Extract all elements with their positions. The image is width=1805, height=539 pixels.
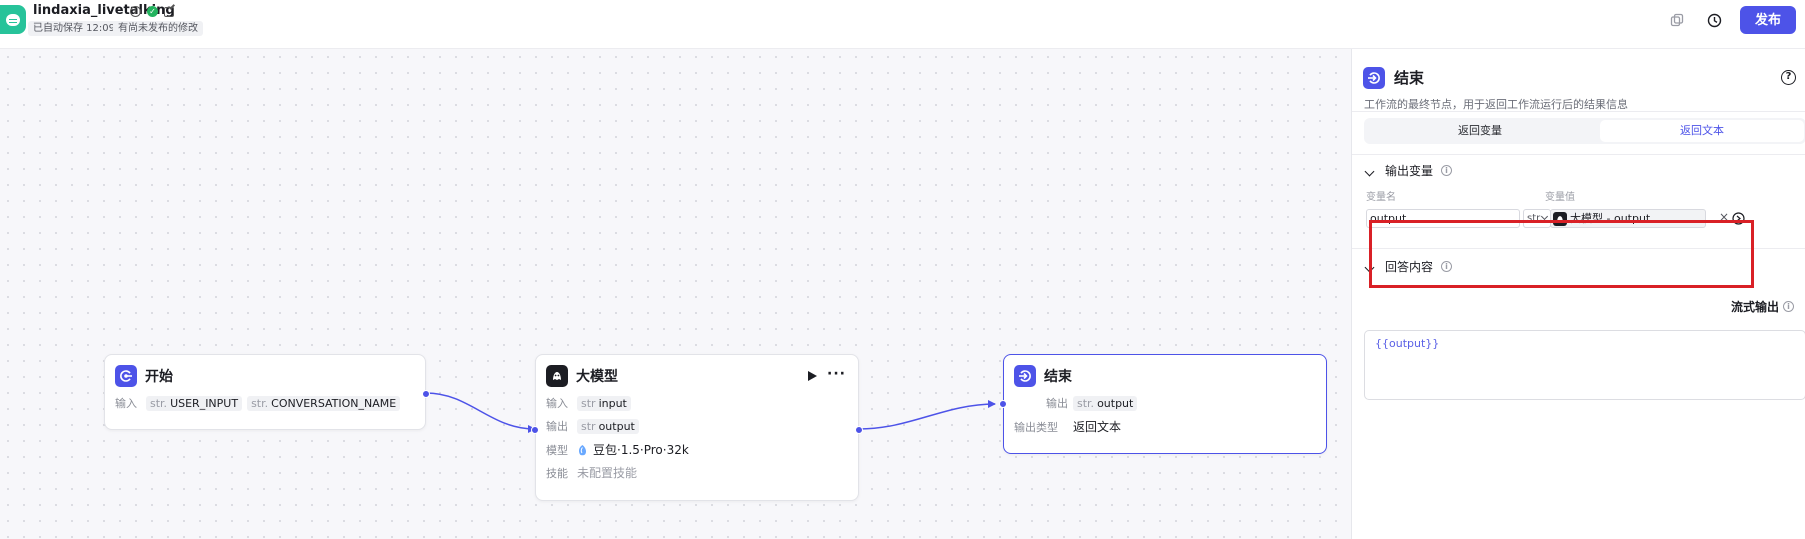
highlight-box: [1369, 220, 1754, 288]
llm-output-port[interactable]: [855, 426, 863, 434]
info-icon[interactable]: i: [1783, 301, 1795, 312]
stream-output-label: 流式输出: [1731, 300, 1780, 314]
llm-model-label: 模型: [546, 443, 568, 457]
start-var-chip: str. USER_INPUT: [146, 395, 243, 411]
answer-content-editor[interactable]: {{output}}: [1364, 330, 1805, 400]
output-vars-title: 输出变量: [1385, 164, 1434, 178]
var-value-header: 变量值: [1545, 192, 1575, 203]
llm-node-icon: [546, 365, 568, 387]
unpublished-status: 有尚未发布的修改: [113, 21, 203, 36]
start-input-label: 输入: [115, 397, 137, 410]
chevron-down-icon[interactable]: [1364, 166, 1375, 177]
tab-return-variable[interactable]: 返回变量: [1366, 120, 1594, 142]
info-icon[interactable]: i: [1441, 165, 1453, 176]
output-vars-header[interactable]: 输出变量 i: [1364, 162, 1453, 179]
end-output-chip: str. output: [1073, 395, 1138, 411]
info-icon[interactable]: i: [130, 6, 141, 17]
answer-content: {{output}}: [1375, 337, 1440, 350]
end-output-label: 输出: [1046, 397, 1068, 410]
return-mode-tabs: 返回变量 返回文本: [1364, 118, 1805, 144]
llm-model-value: 豆包·1.5·Pro·32k: [593, 443, 689, 457]
title-icons: i ✓: [130, 6, 174, 17]
llm-skill-value: 未配置技能: [577, 466, 638, 480]
end-input-port[interactable]: [999, 400, 1007, 408]
edge-llm-end: [858, 403, 996, 430]
publish-button[interactable]: 发布: [1740, 6, 1796, 34]
end-node-icon: [1014, 365, 1036, 387]
top-bar: lindaxia_livetalking i ✓ 已自动保存 12:09:42 …: [0, 0, 1805, 49]
doubao-model-icon: [578, 444, 587, 455]
more-icon[interactable]: ···: [827, 366, 846, 382]
start-output-port[interactable]: [422, 390, 430, 398]
end-output-type-value: 返回文本: [1073, 420, 1122, 434]
llm-output-chip: str output: [577, 418, 639, 434]
divider: [1352, 154, 1805, 155]
end-panel-icon: [1363, 67, 1385, 89]
edge-arrow-icon: [988, 400, 996, 408]
var-name-header: 变量名: [1366, 192, 1396, 203]
start-node[interactable]: 开始 输入 str. USER_INPUT str. CONVERSATION_NA…: [104, 354, 430, 430]
stream-output-toggle[interactable]: 流式输出 i: [1731, 298, 1795, 315]
tab-return-text[interactable]: 返回文本: [1600, 120, 1804, 142]
panel-description: 工作流的最终节点，用于返回工作流运行后的结果信息: [1364, 98, 1628, 111]
llm-skill-label: 技能: [546, 466, 568, 480]
app-logo-icon: [0, 5, 26, 34]
start-node-icon: [115, 365, 137, 387]
llm-node[interactable]: 大模型 ··· 输入 str input 输出 str output 模型 豆包·1…: [531, 354, 863, 501]
help-icon[interactable]: ?: [1781, 70, 1796, 85]
workflow-canvas[interactable]: 开始 输入 str. USER_INPUT str. CONVERSATION_NA…: [0, 49, 1351, 539]
verified-check-icon: ✓: [147, 6, 158, 17]
workflow-app: lindaxia_livetalking i ✓ 已自动保存 12:09:42 …: [0, 0, 1805, 539]
run-node-icon[interactable]: [808, 371, 817, 381]
edge-start-llm: [425, 392, 536, 430]
llm-input-label: 输入: [546, 397, 568, 410]
node-config-panel: 结束 工作流的最终节点，用于返回工作流运行后的结果信息 返回变量 返回文本 输出…: [1351, 49, 1805, 539]
llm-node-title: 大模型: [576, 369, 618, 385]
llm-input-chip: str input: [577, 395, 631, 411]
end-node[interactable]: 结束 输出 str. output 输出类型 返回文本: [999, 354, 1327, 454]
end-node-title: 结束: [1044, 369, 1072, 385]
end-output-type-label: 输出类型: [1014, 420, 1058, 434]
copy-icon[interactable]: [1669, 12, 1685, 28]
edit-icon[interactable]: [164, 6, 174, 17]
llm-output-label: 输出: [546, 420, 568, 433]
start-node-title: 开始: [145, 369, 173, 385]
divider: [1352, 111, 1805, 112]
llm-input-port[interactable]: [531, 426, 539, 434]
start-var-chip: str. CONVERSATION_NAME: [247, 395, 401, 411]
history-icon[interactable]: [1706, 12, 1722, 28]
panel-title: 结束: [1394, 69, 1425, 87]
